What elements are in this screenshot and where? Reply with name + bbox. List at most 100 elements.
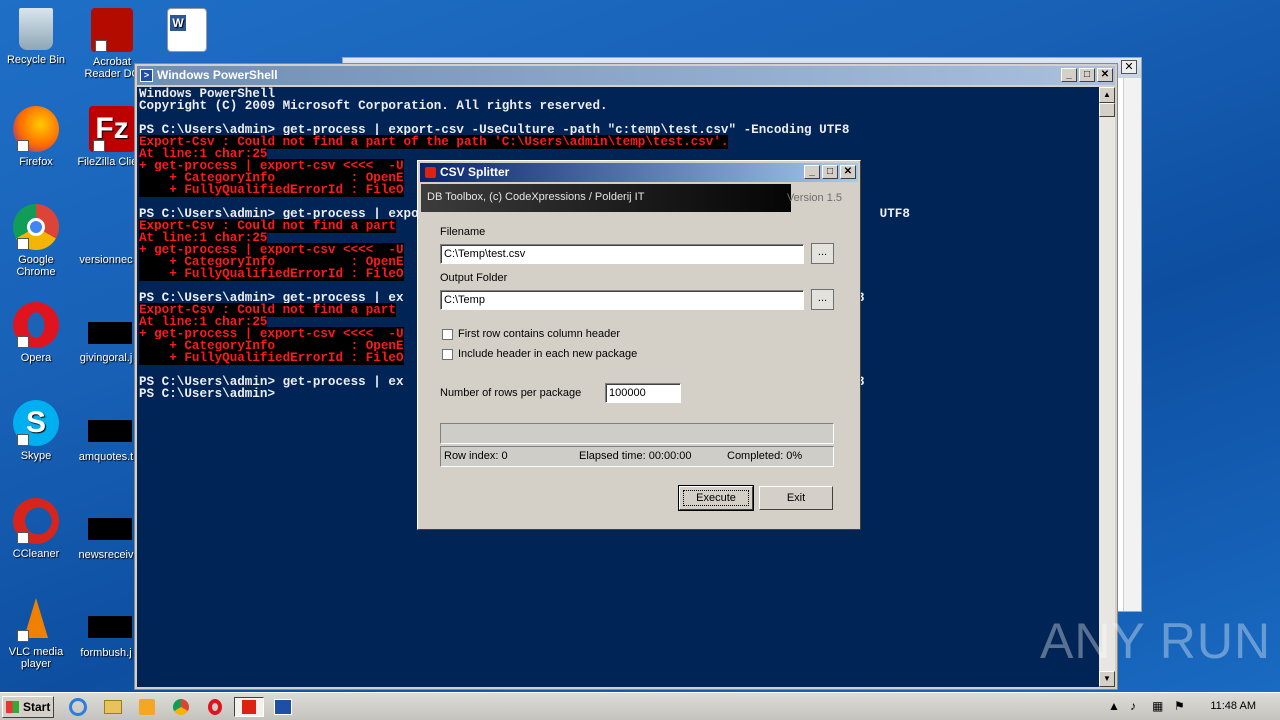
dialog-minimize-button[interactable]: _ [804, 165, 820, 179]
desktop-icon-label: Firefox [19, 156, 53, 168]
desktop-icon-label: versionnec [79, 254, 133, 266]
recycle-bin-icon [19, 8, 53, 50]
start-label: Start [23, 700, 51, 714]
console-error-line: + FullyQualifiedErrorId : FileO [139, 267, 404, 281]
desktop-icon-skype[interactable]: S Skype [0, 400, 72, 462]
scroll-down-button[interactable]: ▼ [1099, 671, 1115, 687]
vlc-icon [13, 596, 59, 642]
show-hidden-icons-icon[interactable]: ▲ [1108, 699, 1120, 713]
elapsed-time-status: Elapsed time: 00:00:00 [579, 450, 692, 462]
first-row-header-label[interactable]: First row contains column header [458, 328, 620, 340]
desktop-icon-versionnec[interactable]: versionnec [70, 204, 142, 266]
redacted-icon [88, 420, 132, 442]
minimize-button[interactable]: _ [1061, 68, 1077, 82]
file-icon [83, 204, 129, 250]
first-row-header-checkbox[interactable] [442, 329, 453, 340]
dialog-maximize-button[interactable]: □ [822, 165, 838, 179]
desktop-icon-label: Recycle Bin [6, 54, 66, 66]
desktop-icon-label: newsreceiv [78, 549, 134, 561]
skype-icon: S [13, 400, 59, 446]
firefox-icon [13, 106, 59, 152]
desktop-icon-newsreceiv[interactable]: newsreceiv [70, 549, 142, 561]
desktop-icon-firefox[interactable]: Firefox [0, 106, 72, 168]
desktop-icon-chrome[interactable]: Google Chrome [0, 204, 72, 278]
desktop-icon-label: Google Chrome [16, 254, 56, 278]
row-index-status: Row index: 0 [444, 450, 508, 462]
desktop-icon-formbush[interactable]: formbush.j [70, 647, 142, 659]
desktop-icon-amquotes[interactable]: amquotes.t [70, 451, 142, 463]
close-button[interactable]: ✕ [1097, 68, 1113, 82]
desktop-icon-opera[interactable]: Opera [0, 302, 72, 364]
word-document-icon: W [167, 8, 207, 52]
powershell-taskbar-icon[interactable] [272, 697, 294, 717]
execute-button[interactable]: Execute [678, 485, 754, 511]
filezilla-icon: Fz [89, 106, 135, 152]
background-window-scrollbar[interactable] [1123, 78, 1141, 611]
progress-bar [440, 423, 834, 444]
dialog-title: CSV Splitter [440, 165, 510, 179]
rows-per-package-input[interactable]: 100000 [605, 383, 681, 403]
media-player-icon[interactable] [136, 697, 158, 717]
filename-input[interactable]: C:\Temp\test.csv [440, 244, 804, 264]
output-folder-input[interactable]: C:\Temp [440, 290, 804, 310]
desktop-icon-label: Skype [20, 450, 52, 462]
completed-status: Completed: 0% [727, 450, 803, 462]
output-folder-browse-button[interactable]: ... [811, 289, 834, 310]
console-line: Copyright (C) 2009 Microsoft Corporation… [139, 99, 608, 113]
opera-taskbar-icon[interactable] [204, 697, 226, 717]
dialog-titlebar[interactable]: CSV Splitter _ □ ✕ [420, 163, 858, 182]
maximize-button[interactable]: □ [1079, 68, 1095, 82]
filename-browse-button[interactable]: ... [811, 243, 834, 264]
powershell-titlebar[interactable]: > Windows PowerShell _ □ ✕ [137, 66, 1115, 85]
version-label: Version 1.5 [786, 192, 842, 204]
desktop-icon-recycle-bin[interactable]: Recycle Bin [0, 8, 72, 66]
dialog-close-button[interactable]: ✕ [840, 165, 856, 179]
ie-icon[interactable] [68, 697, 90, 717]
desktop-icon-vlc[interactable]: VLC media player [0, 596, 72, 670]
chrome-icon [13, 204, 59, 250]
scroll-up-button[interactable]: ▲ [1099, 87, 1115, 103]
csv-splitter-taskbar-icon[interactable] [234, 697, 264, 717]
scroll-thumb[interactable] [1099, 103, 1115, 117]
desktop-icon-ccleaner[interactable]: CCleaner [0, 498, 72, 560]
status-bar: Row index: 0 Elapsed time: 00:00:00 Comp… [440, 446, 834, 467]
include-header-checkbox[interactable] [442, 349, 453, 360]
desktop-icon-word-doc[interactable]: W [150, 8, 224, 56]
filename-label: Filename [440, 226, 486, 238]
rows-per-package-label: Number of rows per package [440, 387, 582, 399]
csv-splitter-icon [425, 167, 436, 178]
anyrun-watermark: ANY RUN [1040, 613, 1272, 669]
volume-icon[interactable]: ♪ [1130, 699, 1136, 713]
background-window-close-button[interactable]: ✕ [1121, 60, 1137, 74]
exit-button[interactable]: Exit [759, 486, 833, 510]
redacted-icon [88, 322, 132, 344]
desktop-icon-label: VLC media player [8, 646, 64, 670]
powershell-scrollbar[interactable]: ▲ ▼ [1099, 87, 1115, 687]
desktop-icon-label: Acrobat Reader DC [84, 56, 140, 80]
powershell-icon: > [140, 69, 153, 82]
desktop-icon-label: Opera [20, 352, 52, 364]
include-header-label[interactable]: Include header in each new package [458, 348, 637, 360]
desktop-icon-givingoral[interactable]: givingoral.j [70, 352, 142, 364]
exit-label: Exit [786, 492, 806, 504]
desktop-icon-label: amquotes.t [78, 451, 134, 463]
focus-rect [683, 490, 749, 506]
windows-flag-icon [6, 701, 19, 713]
desktop-icon-label: givingoral.j [79, 352, 133, 364]
output-folder-label: Output Folder [440, 272, 508, 284]
console-line: UTF8 [879, 207, 910, 221]
action-center-flag-icon[interactable]: ⚑ [1174, 699, 1185, 713]
network-icon[interactable]: ▦ [1152, 699, 1163, 713]
chrome-taskbar-icon[interactable] [170, 697, 192, 717]
console-error-line: + FullyQualifiedErrorId : FileO [139, 183, 404, 197]
explorer-icon[interactable] [102, 697, 124, 717]
clock[interactable]: 11:48 AM [1210, 700, 1256, 712]
start-button[interactable]: Start [2, 696, 54, 718]
opera-icon [13, 302, 59, 348]
acrobat-icon [91, 8, 133, 52]
csv-splitter-dialog[interactable]: CSV Splitter _ □ ✕ DB Toolbox, (c) CodeX… [417, 160, 861, 530]
desktop-icon-label: CCleaner [12, 548, 60, 560]
taskbar: Start ▲ ♪ ▦ ⚑ 11:48 AM [0, 692, 1280, 720]
console-error-line: + FullyQualifiedErrorId : FileO [139, 351, 404, 365]
console-prompt: PS C:\Users\admin> [139, 387, 276, 401]
